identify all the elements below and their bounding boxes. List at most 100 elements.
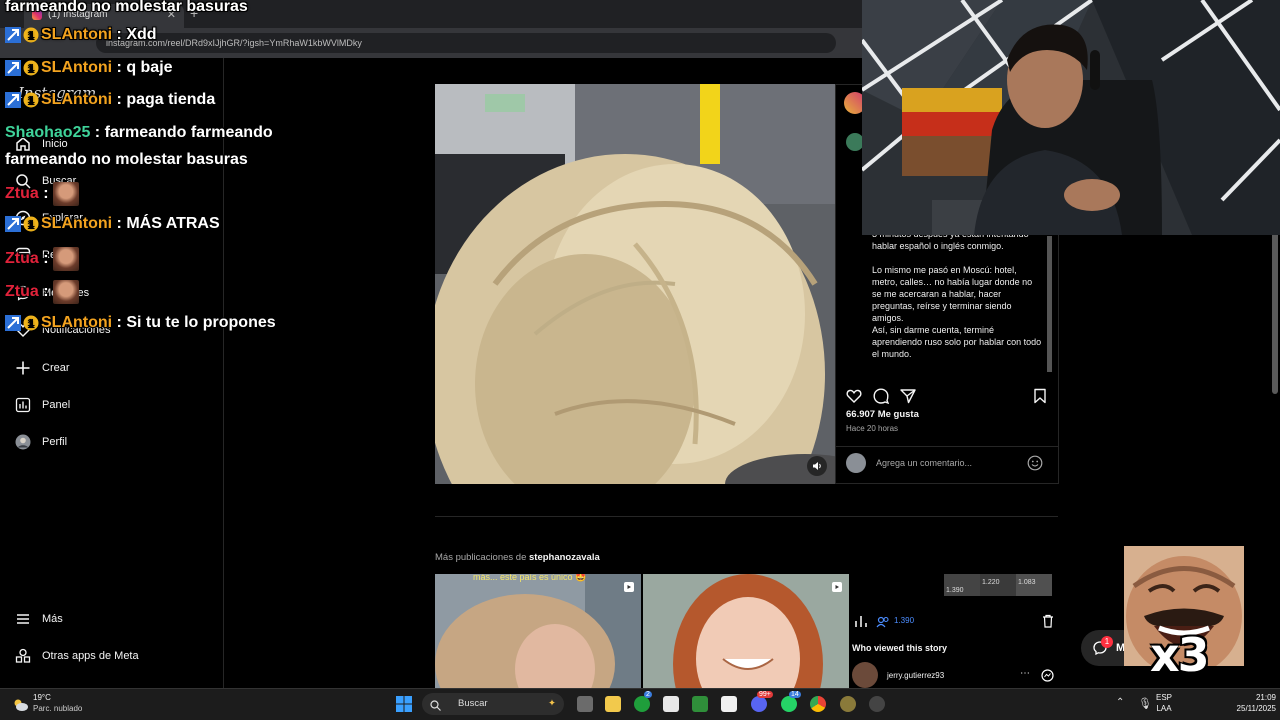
emoji-icon[interactable] [1027,455,1043,476]
story-count: 1.220 [982,579,1000,586]
plus-icon [14,359,32,377]
svg-text:1: 1 [28,220,34,231]
sidebar-item-otras-apps[interactable]: Otras apps de Meta [14,644,139,668]
chat-message: 1 SLAntoni : MÁS ATRAS [5,215,220,233]
kick-badge-icon [5,315,21,331]
weather-text: Parc. nublado [33,704,83,713]
thumb-post-1[interactable]: más... este país es único 🤩 [435,574,641,688]
sidebar-item-perfil[interactable]: Perfil [14,430,67,454]
message-icon [1041,669,1054,687]
story-count: 1.083 [1018,579,1036,586]
volume-icon[interactable] [807,456,827,476]
chat-message: Shaohao25 : farmeando farmeando [5,124,273,142]
chat-emote-icon [52,182,79,206]
post-time[interactable]: Hace 20 horas [846,424,898,433]
chat-text: : farmeando farmeando [90,124,273,141]
chat-message: Ztua : [5,247,79,271]
file-explorer-icon[interactable] [605,696,621,712]
chat-emote-icon [52,247,79,271]
caption-scrollbar[interactable] [1047,236,1052,372]
discord-icon[interactable]: 99+ [751,691,773,712]
lang-code: ESP [1156,693,1173,702]
chat-username: SLAntoni [41,215,113,232]
chat-text: : Si tu te lo propones [112,314,276,331]
chat-text: farmeando no molestar basuras [5,151,248,168]
kick-badge-icon [5,60,21,76]
gold-badge-icon: 1 [23,92,39,108]
chart-icon [14,396,32,414]
windows-start-icon[interactable] [396,696,412,717]
share-icon[interactable] [900,388,916,409]
chat-text: : paga tienda [112,91,216,108]
gold-badge-icon: 1 [23,315,39,331]
microphone-icon[interactable]: 🎙 [1138,697,1152,710]
sidebar-item-label: Perfil [42,436,68,448]
webcam-overlay [862,0,1280,235]
comment-input[interactable]: Agrega un comentario... [876,458,972,468]
clock-time: 21:09 [1255,693,1276,702]
url-field[interactable]: instagram.com/reel/DRd9xIJjhGR/?igsh=YmR… [96,33,836,53]
viewer-avatar [852,662,878,688]
chat-message: 1 SLAntoni : paga tienda [5,91,215,109]
chat-text: : MÁS ATRAS [112,215,220,232]
sidebar-item-panel[interactable]: Panel [14,393,70,417]
views-count: 1.390 [894,616,915,625]
whatsapp-icon[interactable]: 14 [781,691,801,712]
reel-thumb-icon [623,580,635,598]
chat-text: : Xdd [112,26,157,43]
kick-badge-icon [5,92,21,108]
chat-text: : q baje [112,59,173,76]
language-indicator[interactable]: ESP LAA [1156,692,1172,714]
viewers-icon [876,615,890,633]
chat-username: Shaohao25 [5,124,91,141]
more-posts-user[interactable]: stephanozavala [529,552,600,563]
chat-username: SLAntoni [41,59,113,76]
meta-apps-icon [14,647,32,665]
system-clock[interactable]: 21:09 25/11/2025 [1236,692,1276,714]
svg-text:1: 1 [28,319,34,330]
save-bookmark-icon[interactable] [1033,388,1047,409]
who-viewed-heading: Who viewed this story [852,643,948,653]
gold-badge-icon: 1 [23,216,39,232]
obs-icon[interactable] [869,696,885,712]
sidebar-item-mas[interactable]: Más [14,607,63,631]
gold-badge-icon: 1 [23,60,39,76]
likes-count[interactable]: 66.907 Me gusta [846,409,919,420]
app-icon[interactable] [840,696,856,712]
chrome-icon[interactable] [810,696,826,712]
my-avatar [846,453,866,473]
tray-chevron-icon[interactable]: ⌃ [1116,697,1124,708]
notes-icon[interactable] [721,696,737,712]
search-icon [430,698,441,720]
chat-message: 1 SLAntoni : Si tu te lo propones [5,314,276,332]
taskbar-search[interactable]: Buscar ✦ [422,693,564,715]
chat-text: : [38,250,49,267]
svg-text:1: 1 [28,64,34,75]
store-icon[interactable] [663,696,679,712]
comment-icon[interactable] [873,388,890,409]
chat-text: : [38,283,49,300]
menu-icon [14,610,32,628]
app-badge: 99+ [757,691,773,698]
chat-message: 1 SLAntoni : Xdd [5,26,157,44]
avatar-icon [14,433,32,451]
chat-message: farmeando no molestar basuras [5,151,248,169]
reel-video[interactable] [435,84,835,484]
minecraft-icon[interactable] [692,696,708,712]
chat-username: Ztua [5,283,39,300]
chat-username: SLAntoni [41,314,113,331]
multiplier-text: x3 [1150,628,1210,682]
post-caption: 3 minutos después ya están intentando ha… [872,229,1042,359]
sidebar-item-crear[interactable]: Crear [14,356,70,380]
task-view-icon[interactable] [577,696,593,712]
viewer-name: jerry.gutierrez93 [887,671,945,680]
xbox-icon[interactable]: 2 [634,691,652,712]
chat-text: farmeando no molestar basuras [5,0,248,15]
chat-message: Ztua : [5,182,79,206]
like-heart-icon[interactable] [846,388,862,409]
insights-icon [854,614,868,633]
thumb-post-3[interactable]: 1.390 1.220 1.083 1.390 Who viewed this … [850,574,1058,688]
chat-message: Ztua : [5,280,79,304]
chat-text: : [38,185,49,202]
thumb-post-2[interactable] [643,574,849,688]
